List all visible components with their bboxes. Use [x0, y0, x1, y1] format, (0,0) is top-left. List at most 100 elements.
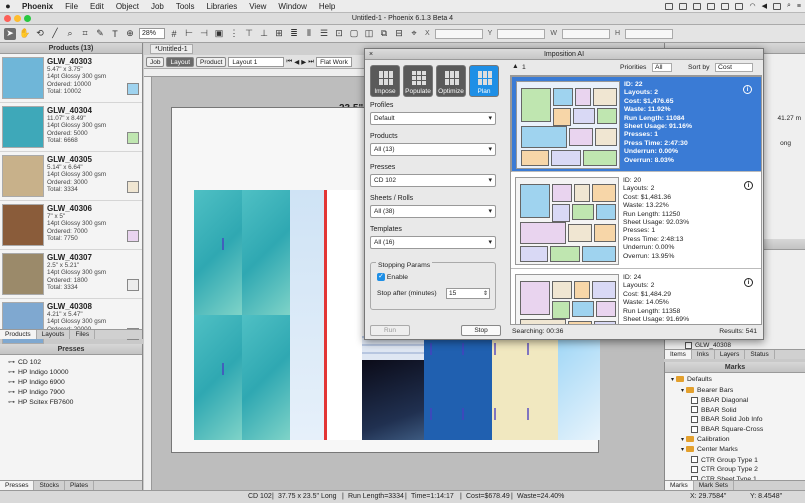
wifi-icon[interactable]: ◠ — [749, 2, 755, 10]
job-mode-button[interactable]: Job — [146, 56, 165, 67]
stack-icon[interactable]: ≣ — [288, 28, 300, 40]
disclosure-icon[interactable]: ▾ — [681, 447, 684, 453]
pen-tool-icon[interactable]: ✎ — [94, 28, 106, 40]
pointer-tool-icon[interactable]: ➤ — [4, 27, 16, 40]
product-row[interactable]: GLW_40303 5.47" x 3.75" 14pt Glossy 300 gs… — [0, 54, 142, 103]
volume-icon[interactable]: ◀ — [762, 2, 767, 10]
layout-item[interactable] — [194, 315, 242, 440]
menu-app[interactable]: Phoenix — [16, 2, 59, 11]
columns-icon[interactable]: ⦀ — [303, 28, 315, 40]
magnifier-icon[interactable]: ⊕ — [124, 28, 136, 40]
press-item[interactable]: ⊶ HP Scitex FB7600 — [0, 398, 142, 408]
layout-item[interactable] — [242, 190, 290, 315]
text-tool-icon[interactable]: T — [109, 28, 121, 40]
product-color-swatch[interactable] — [127, 83, 139, 95]
sync-icon[interactable] — [693, 2, 702, 10]
disclosure-icon[interactable]: ▾ — [671, 377, 674, 383]
result-card[interactable]: ID: 22 Layouts: 2 Cost: $1,476.65 Waste: 11… — [511, 76, 761, 172]
crop-tool-icon[interactable]: ⌗ — [79, 28, 91, 40]
close-window-button[interactable] — [4, 15, 11, 22]
frame-icon[interactable]: ▣ — [213, 28, 225, 40]
prev-layout-icon[interactable]: ◀ — [294, 58, 299, 66]
zoom-tool-icon[interactable]: ⌕ — [64, 28, 76, 40]
grid-icon[interactable]: # — [168, 28, 180, 40]
stepper-icon[interactable]: ⇕ — [483, 289, 488, 299]
marks-folder[interactable]: ▾ Center Marks — [665, 445, 805, 456]
align-right-icon[interactable]: ⊣ — [198, 28, 210, 40]
hand-tool-icon[interactable]: ✋ — [19, 28, 31, 40]
layout-item[interactable] — [242, 315, 290, 440]
disclosure-icon[interactable]: ▾ — [681, 388, 684, 394]
press-item[interactable]: ⊶ HP Indigo 10000 — [0, 368, 142, 378]
box-icon[interactable] — [707, 2, 716, 10]
sort-by-select[interactable]: Cost — [715, 63, 753, 72]
document-tab[interactable]: *Untitled-1 — [150, 44, 193, 54]
tab-stocks[interactable]: Stocks — [34, 481, 65, 490]
distribute-icon[interactable]: ⋮ — [228, 28, 240, 40]
rotate-tool-icon[interactable]: ⟲ — [34, 28, 46, 40]
menu-window[interactable]: Window — [272, 2, 312, 11]
tab-plates[interactable]: Plates — [65, 481, 95, 490]
first-layout-icon[interactable]: ⏮ — [286, 58, 292, 66]
product-row[interactable]: GLW_40304 11.07" x 8.49" 14pt Glossy 300 g… — [0, 103, 142, 152]
result-card[interactable]: ID: 24 Layouts: 2 Cost: $1,484.29 Waste: 14… — [511, 270, 761, 324]
marks-folder[interactable]: ▾ Defaults — [665, 375, 805, 386]
dropbox-icon[interactable] — [679, 2, 688, 10]
marks-item[interactable]: CTR Group Type 2 — [665, 465, 805, 475]
tab-marks[interactable]: Marks — [665, 481, 694, 490]
nest-icon[interactable]: ⊡ — [333, 28, 345, 40]
warning-icon[interactable]: ▲ — [512, 63, 519, 70]
marks-folder[interactable]: ▾ Calibration — [665, 435, 805, 446]
marks-item[interactable]: BBAR Solid Job Info — [665, 415, 805, 425]
zoom-window-button[interactable] — [24, 15, 31, 22]
h-field[interactable] — [625, 28, 674, 39]
products-select[interactable]: All (13) — [370, 143, 496, 156]
anchor-icon[interactable]: ⌖ — [408, 28, 420, 40]
run-button[interactable]: Run — [370, 325, 410, 336]
stop-button[interactable]: Stop — [461, 325, 501, 336]
tab-layouts[interactable]: Layouts — [37, 330, 71, 339]
last-layout-icon[interactable]: ⏭ — [308, 58, 314, 66]
product-row[interactable]: GLW_40306 7" x 5" 14pt Glossy 300 gsm Order… — [0, 201, 142, 250]
align-left-icon[interactable]: ⊢ — [183, 28, 195, 40]
profiles-select[interactable]: Default — [370, 112, 496, 125]
align-top-icon[interactable]: ⊤ — [243, 28, 255, 40]
info-icon[interactable]: i — [744, 278, 753, 287]
press-item[interactable]: ⊶ HP Indigo 7900 — [0, 388, 142, 398]
display-icon[interactable] — [735, 2, 744, 10]
product-row[interactable]: GLW_40307 2.5" x 5.21" 14pt Glossy 300 gsm… — [0, 250, 142, 299]
press-item[interactable]: ⊶ HP Indigo 6900 — [0, 378, 142, 388]
menu-tools[interactable]: Tools — [170, 2, 201, 11]
tab-items[interactable]: Items — [665, 350, 692, 359]
layout-mode-button[interactable]: Layout — [166, 56, 195, 67]
table-icon[interactable]: ⊟ — [393, 28, 405, 40]
lock-icon[interactable]: ▢ — [348, 28, 360, 40]
product-color-swatch[interactable] — [127, 132, 139, 144]
tab-layers[interactable]: Layers — [715, 350, 746, 359]
tab-products[interactable]: Products — [0, 330, 37, 339]
layout-select[interactable]: Layout 1 — [228, 56, 285, 67]
layers-icon[interactable]: ⧉ — [378, 28, 390, 40]
layout-item[interactable] — [194, 190, 242, 315]
w-field[interactable] — [561, 28, 610, 39]
menu-help[interactable]: Help — [313, 2, 341, 11]
align-center-icon[interactable]: ⊞ — [273, 28, 285, 40]
flat-work-select[interactable]: Flat Work — [316, 56, 352, 67]
layout-item[interactable] — [362, 360, 424, 440]
x-field[interactable] — [434, 28, 483, 39]
plan-button[interactable]: Plan — [469, 65, 499, 97]
apple-icon[interactable]: ● — [0, 1, 16, 11]
priorities-select[interactable]: All — [652, 63, 672, 72]
templates-select[interactable]: All (16) — [370, 236, 496, 249]
tab-presses[interactable]: Presses — [0, 481, 35, 490]
presses-select[interactable]: CD 102 — [370, 174, 496, 187]
minimize-window-button[interactable] — [14, 15, 21, 22]
tab-inks[interactable]: Inks — [692, 350, 715, 359]
product-row[interactable]: GLW_40308 4.21" x 5.47" 14pt Glossy 300 gs… — [0, 299, 142, 348]
product-color-swatch[interactable] — [127, 279, 139, 291]
line-tool-icon[interactable]: ╱ — [49, 28, 61, 40]
stop-after-input[interactable]: 15 ⇕ — [446, 288, 490, 299]
menu-job[interactable]: Job — [145, 2, 170, 11]
image-icon[interactable]: ◫ — [363, 28, 375, 40]
battery-icon[interactable] — [772, 2, 781, 10]
